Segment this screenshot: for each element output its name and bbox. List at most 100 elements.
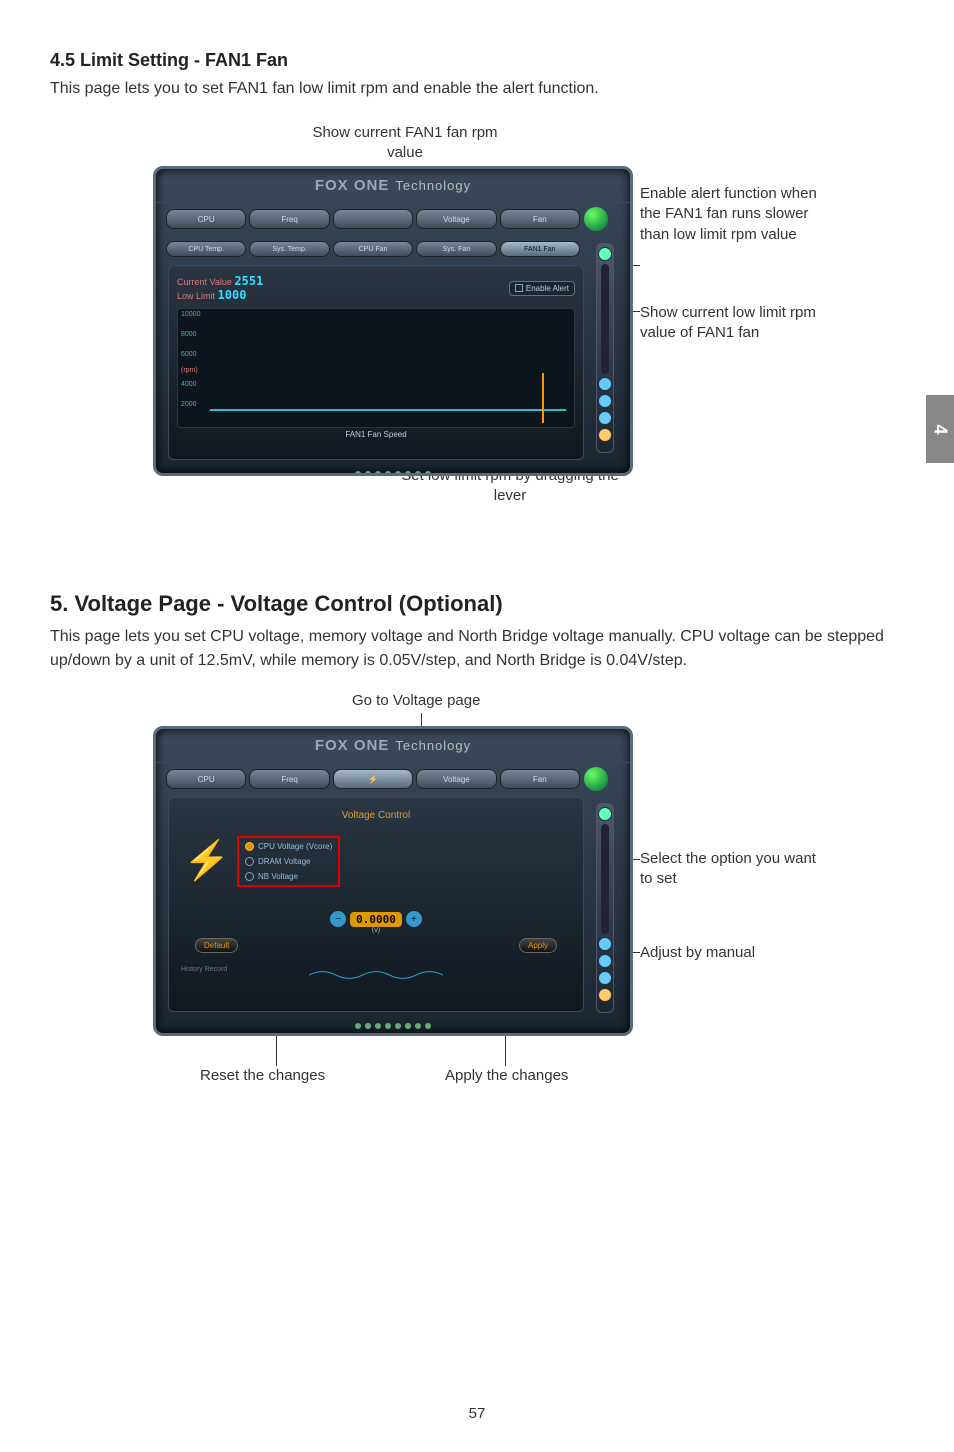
- manual-stepper: − 0.0000 +: [177, 911, 575, 927]
- app-window-fan: 2870.0205| 11.0 1.19VoltFan 35°CTempera …: [153, 166, 633, 476]
- waveform: [309, 965, 443, 985]
- heading-4-5: 4.5 Limit Setting - FAN1 Fan: [50, 50, 904, 71]
- lightning-icon: ⚡: [187, 831, 227, 891]
- tab-voltage-icon[interactable]: ⚡: [333, 769, 413, 789]
- scroll-up-icon[interactable]: [598, 807, 612, 821]
- subtab-fan1[interactable]: FAN1 Fan: [500, 241, 580, 257]
- app-logo: FOX ONE: [315, 177, 390, 194]
- scrollbar[interactable]: [596, 803, 614, 1013]
- tabs-row: CPU Freq Voltage Fan: [156, 203, 630, 235]
- history-record-link[interactable]: History Record: [181, 966, 227, 973]
- bottom-dots: [156, 468, 630, 476]
- subtab-cpufan[interactable]: CPU Fan: [333, 241, 413, 257]
- value-current: 2551: [234, 274, 263, 288]
- apply-button[interactable]: Apply: [519, 938, 557, 953]
- body-5: This page lets you set CPU voltage, memo…: [50, 625, 904, 673]
- callout-top2: Go to Voltage page: [352, 691, 480, 711]
- status-indicator: [584, 207, 608, 231]
- radio-dot-icon: [245, 872, 254, 881]
- tab-cpu[interactable]: CPU: [166, 209, 246, 229]
- heading-5: 5. Voltage Page - Voltage Control (Optio…: [50, 591, 904, 617]
- tab-fan[interactable]: Fan: [500, 769, 580, 789]
- ytick: 2000: [181, 401, 197, 408]
- radio-label: DRAM Voltage: [258, 857, 310, 866]
- app-logo-sub: Technology: [395, 738, 471, 753]
- callout-bl: Reset the changes: [200, 1066, 325, 1086]
- label-current-value: Current Value: [177, 277, 232, 287]
- callout-right1: Enable alert function when the FAN1 fan …: [640, 184, 840, 245]
- scroll-min-icon[interactable]: [598, 394, 612, 408]
- unit-label: (v): [177, 927, 575, 934]
- tabs-row: CPU Freq ⚡ Voltage Fan: [156, 763, 630, 795]
- scroll-gear-icon[interactable]: [598, 411, 612, 425]
- radio-dram-voltage[interactable]: DRAM Voltage: [245, 857, 332, 866]
- panel-title: Voltage Control: [177, 806, 575, 821]
- checkbox-label: Enable Alert: [526, 284, 569, 293]
- callout-br: Apply the changes: [445, 1066, 568, 1086]
- callout-right2: Show current low limit rpm value of FAN1…: [640, 303, 850, 344]
- radio-cpu-voltage[interactable]: CPU Voltage (Vcore): [245, 842, 332, 851]
- tab-freq[interactable]: Freq: [249, 209, 329, 229]
- fan-panel: Current Value 2551 Low Limit 1000 Enable…: [168, 265, 584, 460]
- radio-nb-voltage[interactable]: NB Voltage: [245, 872, 332, 881]
- chapter-num: 4: [929, 424, 950, 434]
- app-logo: FOX ONE: [315, 737, 390, 754]
- scroll-help-icon[interactable]: [598, 988, 612, 1002]
- voltage-panel: Voltage Control ⚡ CPU Voltage (Vcore) DR…: [168, 797, 584, 1012]
- tab-freq[interactable]: Freq: [249, 769, 329, 789]
- ytick: 4000: [181, 381, 197, 388]
- radio-dot-icon: [245, 857, 254, 866]
- callout-top: Show current FAN1 fan rpm value: [305, 123, 505, 164]
- app-window-voltage: 2870.0205| 11.0 1.24VoltFan 45°CTempera …: [153, 726, 633, 1036]
- tab-fan[interactable]: Fan: [500, 209, 580, 229]
- tab-blank[interactable]: [333, 209, 413, 229]
- subtab-sysfan[interactable]: Sys. Fan: [416, 241, 496, 257]
- callout-right2-1: Select the option you want to set: [640, 849, 820, 890]
- scroll-min-icon[interactable]: [598, 954, 612, 968]
- ytick-unit: (rpm): [181, 367, 198, 374]
- callout-right2-2: Adjust by manual: [640, 943, 755, 963]
- ytick: 8000: [181, 331, 197, 338]
- gauge-sidebar: 2870.0205| 11.0 1.19VoltFan 35°CTempera …: [153, 179, 164, 451]
- subtab-cputemp[interactable]: CPU Temp.: [166, 241, 246, 257]
- scroll-track[interactable]: [601, 264, 609, 374]
- scrollbar[interactable]: [596, 243, 614, 453]
- figure-fan1: Show current FAN1 fan rpm value Enable a…: [50, 121, 904, 521]
- value-lowlimit: 1000: [218, 288, 247, 302]
- scroll-close-icon[interactable]: [598, 377, 612, 391]
- tab-voltage[interactable]: Voltage: [416, 769, 496, 789]
- step-up-button[interactable]: +: [406, 911, 422, 927]
- checkbox-enable-alert[interactable]: Enable Alert: [509, 281, 575, 296]
- step-down-button[interactable]: −: [330, 911, 346, 927]
- subtabs-row: CPU Temp. Sys. Temp. CPU Fan Sys. Fan FA…: [156, 235, 630, 263]
- bottom-dots: [156, 1020, 630, 1032]
- voltage-value: 0.0000: [350, 912, 402, 927]
- figure-voltage: Go to Voltage page Select the option you…: [50, 691, 904, 1091]
- fan-chart[interactable]: 10000 8000 6000 (rpm) 4000 2000: [177, 308, 575, 428]
- scroll-gear-icon[interactable]: [598, 971, 612, 985]
- radio-label: CPU Voltage (Vcore): [258, 842, 332, 851]
- chart-line: [210, 409, 566, 411]
- subtab-systemp[interactable]: Sys. Temp.: [249, 241, 329, 257]
- scroll-track[interactable]: [601, 824, 609, 934]
- default-button[interactable]: Default: [195, 938, 238, 953]
- voltage-options: CPU Voltage (Vcore) DRAM Voltage NB Volt…: [245, 842, 332, 881]
- chart-lever[interactable]: [542, 373, 544, 423]
- chart-footer: FAN1 Fan Speed: [177, 430, 575, 439]
- tab-voltage[interactable]: Voltage: [416, 209, 496, 229]
- logo-row: FOX ONE Technology: [156, 729, 630, 763]
- tab-cpu[interactable]: CPU: [166, 769, 246, 789]
- ytick: 10000: [181, 311, 200, 318]
- ytick: 6000: [181, 351, 197, 358]
- label-low-limit: Low Limit: [177, 291, 215, 301]
- app-logo-sub: Technology: [395, 178, 471, 193]
- radio-label: NB Voltage: [258, 872, 298, 881]
- body-4-5: This page lets you to set FAN1 fan low l…: [50, 77, 904, 101]
- radio-dot-icon: [245, 842, 254, 851]
- scroll-help-icon[interactable]: [598, 428, 612, 442]
- logo-row: FOX ONE Technology: [156, 169, 630, 203]
- chapter-tab: 4: [926, 395, 954, 463]
- checkbox-box: [515, 284, 523, 292]
- scroll-close-icon[interactable]: [598, 937, 612, 951]
- scroll-up-icon[interactable]: [598, 247, 612, 261]
